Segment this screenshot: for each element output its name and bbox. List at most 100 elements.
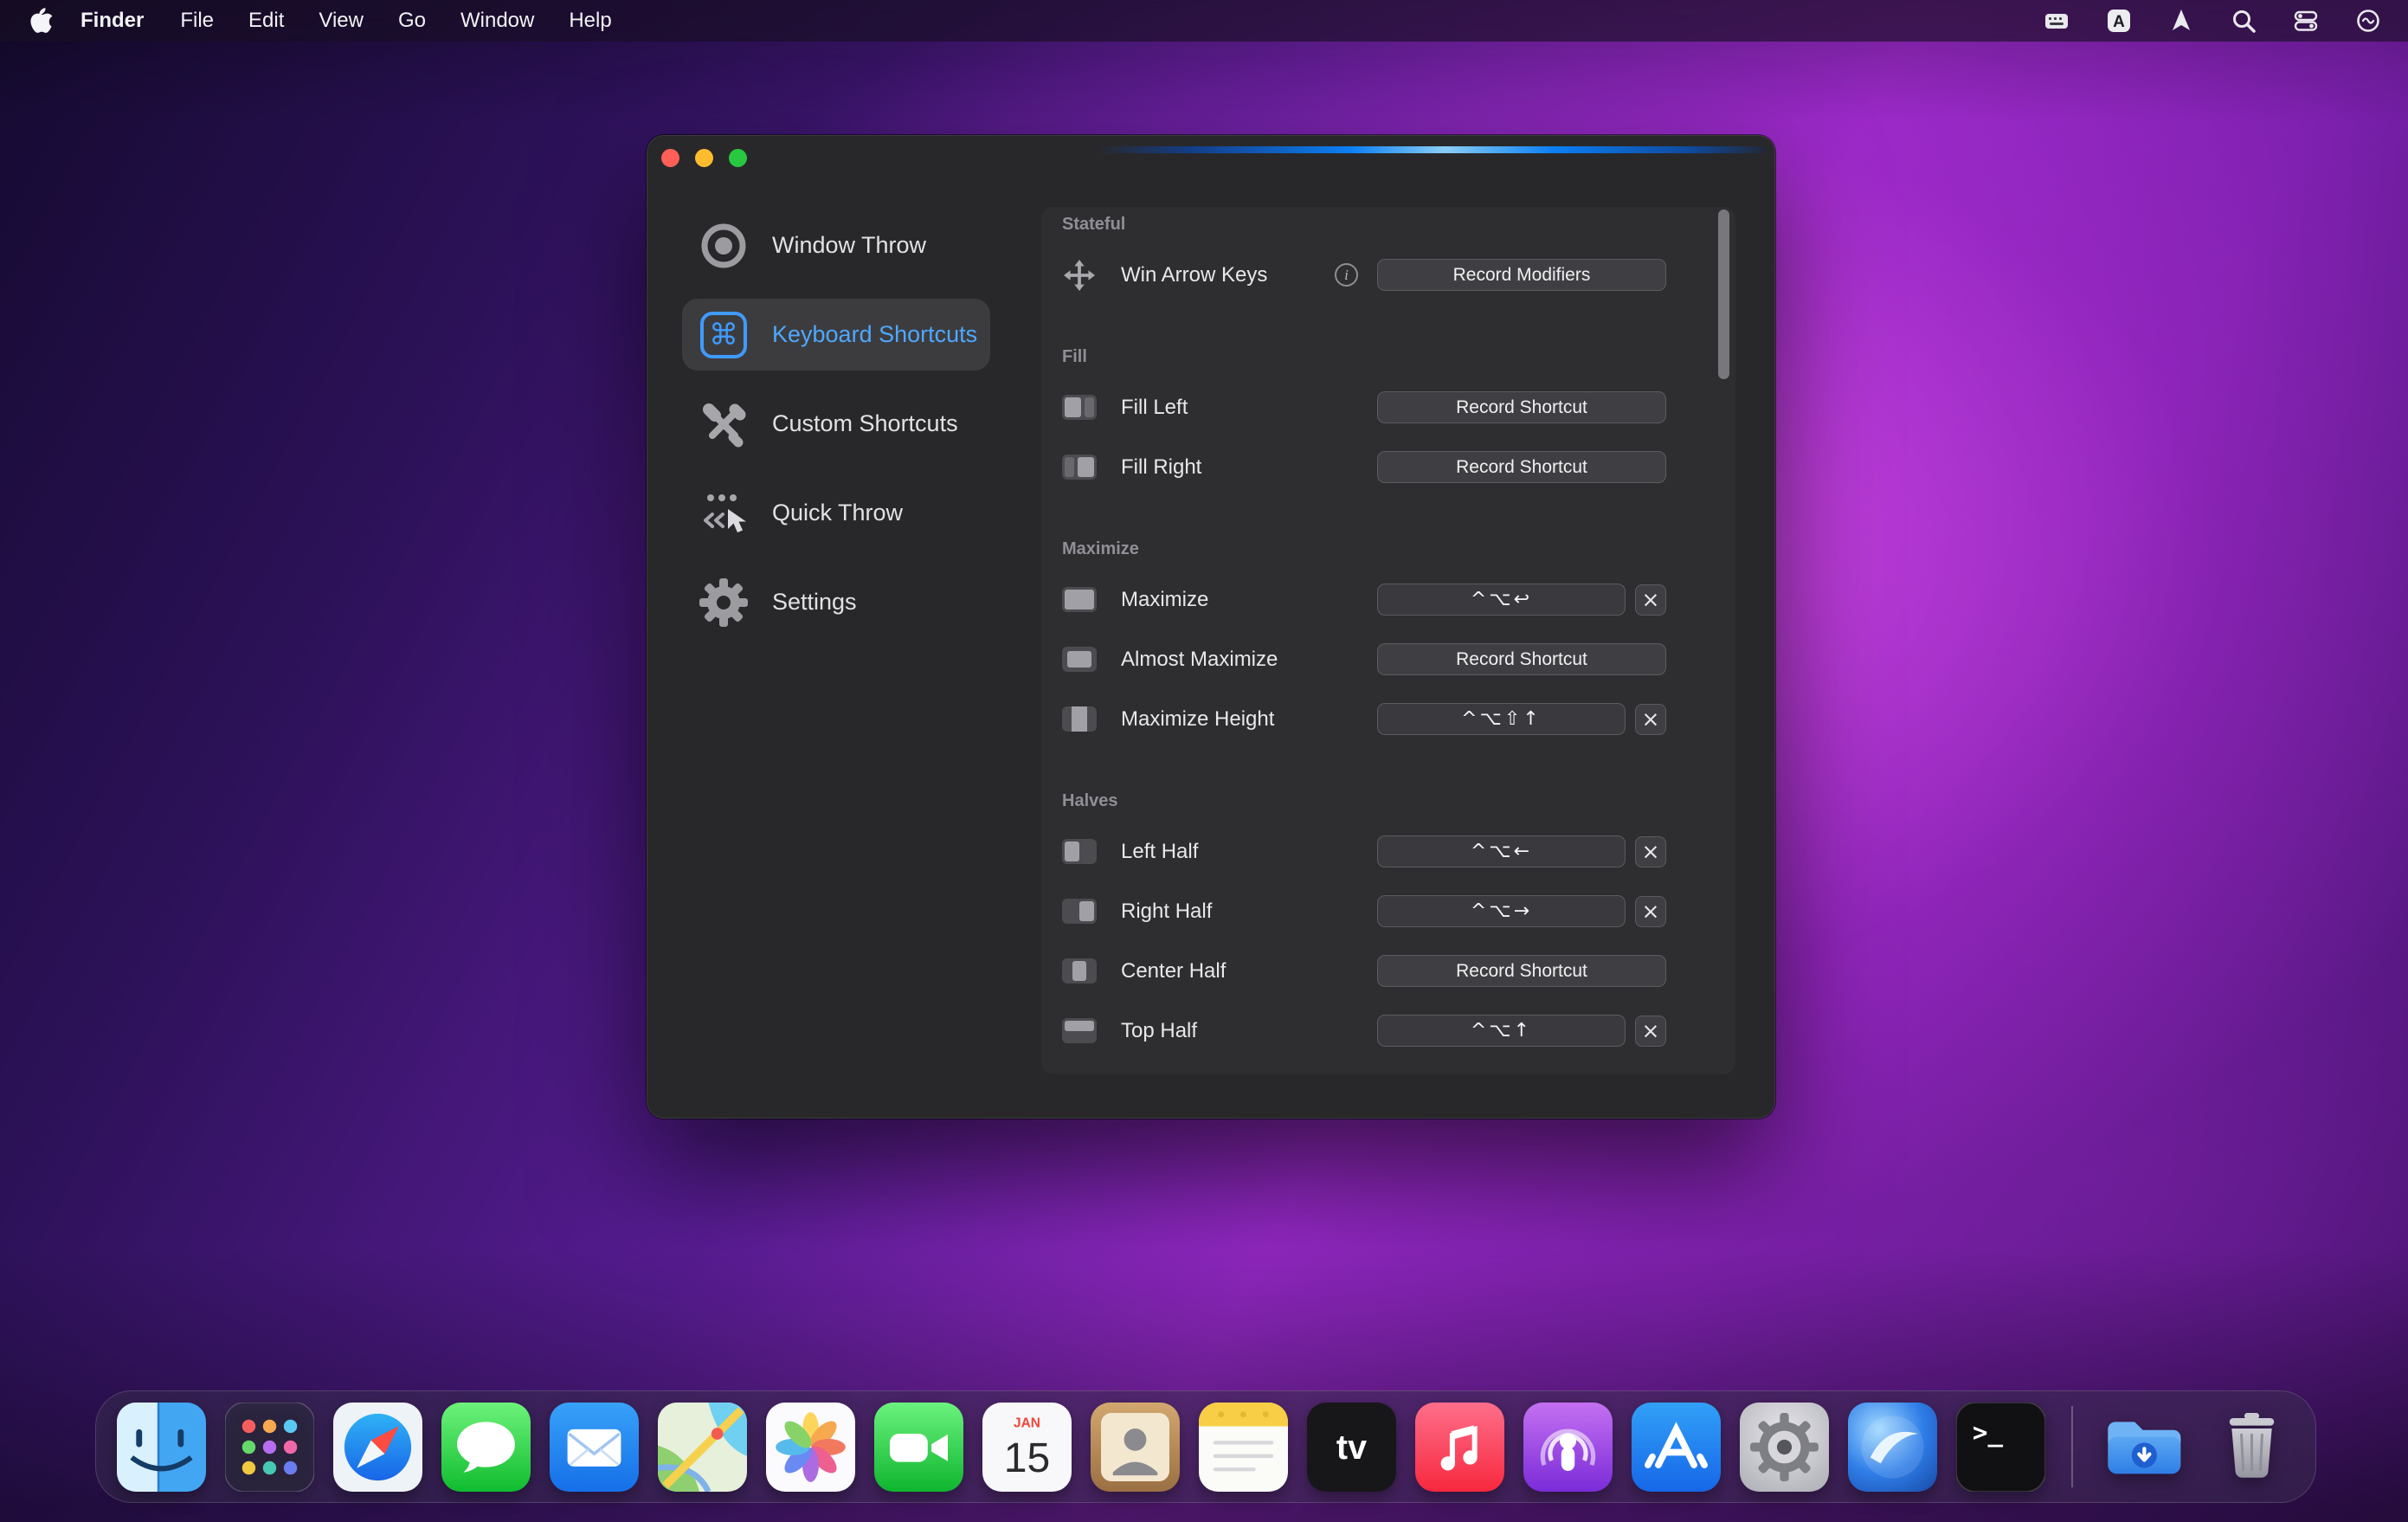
dock-icon-photos[interactable] xyxy=(766,1402,855,1492)
svg-text:15: 15 xyxy=(1004,1434,1050,1480)
clear-shortcut-button[interactable]: × xyxy=(1635,895,1666,927)
shortcut-field[interactable]: ^⌥→ xyxy=(1377,895,1626,927)
dock-icon-mail[interactable] xyxy=(550,1402,639,1492)
clear-shortcut-button[interactable]: × xyxy=(1635,584,1666,616)
dock-icon-trash[interactable] xyxy=(2207,1403,2296,1492)
dock-icon-launchpad[interactable] xyxy=(225,1402,314,1492)
dock-icon-apple-tv[interactable]: tv xyxy=(1307,1402,1396,1492)
close-button[interactable] xyxy=(661,149,679,167)
cursor-icon xyxy=(696,486,751,541)
shortcut-field[interactable]: ^⌥← xyxy=(1377,835,1626,867)
maximize-height-icon xyxy=(1062,706,1097,732)
dock-icon-contacts[interactable] xyxy=(1091,1402,1180,1492)
menu-window[interactable]: Window xyxy=(443,9,551,33)
menu-go[interactable]: Go xyxy=(381,9,443,33)
minimize-button[interactable] xyxy=(695,149,713,167)
sidebar-item-window-throw[interactable]: Window Throw xyxy=(682,210,990,281)
dock-icon-maps[interactable] xyxy=(658,1402,747,1492)
maximize-icon xyxy=(1062,587,1097,612)
scrollbar-thumb[interactable] xyxy=(1718,210,1729,379)
record-shortcut-button[interactable]: Record Shortcut xyxy=(1377,451,1666,483)
input-source-icon[interactable]: A xyxy=(2105,7,2133,35)
dock-icon-notes[interactable] xyxy=(1199,1402,1288,1492)
row-label: Win Arrow Keys xyxy=(1121,262,1268,287)
shortcuts-panel: Stateful Win Arrow Keys i Record Modifie… xyxy=(1041,207,1735,1074)
menu-bar: Finder File Edit View Go Window Help A xyxy=(0,0,2408,42)
shortcut-row-fill-left: Fill Left Record Shortcut xyxy=(1041,377,1735,437)
dock-icon-messages[interactable] xyxy=(441,1402,531,1492)
traffic-lights xyxy=(661,149,747,167)
dock-separator xyxy=(2071,1406,2073,1487)
sidebar-item-keyboard-shortcuts[interactable]: ⌘ Keyboard Shortcuts xyxy=(682,299,990,371)
dock-icon-safari[interactable] xyxy=(333,1402,422,1492)
record-shortcut-button[interactable]: Record Shortcut xyxy=(1377,955,1666,987)
zoom-button[interactable] xyxy=(729,149,747,167)
apple-menu-icon[interactable] xyxy=(29,7,53,35)
dock-icon-podcasts[interactable] xyxy=(1523,1402,1613,1492)
keyboard-icon[interactable] xyxy=(2043,7,2070,35)
shortcut-row-fill-right: Fill Right Record Shortcut xyxy=(1041,437,1735,497)
info-icon[interactable]: i xyxy=(1335,263,1358,287)
clear-shortcut-button[interactable]: × xyxy=(1635,1015,1666,1047)
section-title-fill: Fill xyxy=(1062,347,1087,366)
sidebar-item-label: Quick Throw xyxy=(772,500,904,526)
dock-icon-downloads[interactable] xyxy=(2099,1403,2188,1492)
almost-maximize-icon xyxy=(1062,647,1097,672)
row-label: Left Half xyxy=(1121,839,1199,863)
dock-icon-music[interactable] xyxy=(1415,1402,1504,1492)
menu-help[interactable]: Help xyxy=(551,9,628,33)
shortcut-field[interactable]: ^⌥↑ xyxy=(1377,1015,1626,1047)
menu-file[interactable]: File xyxy=(163,9,231,33)
center-half-icon xyxy=(1062,958,1097,983)
shortcut-row-maximize-height: Maximize Height ^⌥⇧↑ × xyxy=(1041,689,1735,749)
row-label: Fill Left xyxy=(1121,395,1188,419)
row-label: Maximize xyxy=(1121,587,1209,611)
shortcut-row-center-half: Center Half Record Shortcut xyxy=(1041,941,1735,1001)
sidebar-item-label: Keyboard Shortcuts xyxy=(772,321,978,347)
dock-icon-calendar[interactable]: JAN 15 xyxy=(982,1402,1072,1492)
sidebar-item-custom-shortcuts[interactable]: Custom Shortcuts xyxy=(682,388,990,460)
clear-shortcut-button[interactable]: × xyxy=(1635,835,1666,867)
menu-view[interactable]: View xyxy=(301,9,381,33)
top-half-icon xyxy=(1062,1018,1097,1043)
left-half-icon xyxy=(1062,839,1097,864)
shortcut-row-right-half: Right Half ^⌥→ × xyxy=(1041,881,1735,941)
location-icon[interactable] xyxy=(2167,7,2195,35)
clear-shortcut-button[interactable]: × xyxy=(1635,703,1666,735)
row-label: Maximize Height xyxy=(1121,706,1275,731)
dock-icon-window-throw-app[interactable] xyxy=(1848,1402,1937,1492)
dock-icon-terminal[interactable]: >_ xyxy=(1956,1402,2045,1492)
sidebar-item-settings[interactable]: Settings xyxy=(682,566,990,638)
target-icon xyxy=(696,218,751,274)
siri-icon[interactable] xyxy=(2354,7,2382,35)
sidebar-item-label: Custom Shortcuts xyxy=(772,410,958,436)
record-shortcut-button[interactable]: Record Shortcut xyxy=(1377,643,1666,675)
shortcut-row-top-half: Top Half ^⌥↑ × xyxy=(1041,1001,1735,1061)
dock-icon-finder[interactable] xyxy=(117,1402,206,1492)
shortcut-field[interactable]: ^⌥⇧↑ xyxy=(1377,703,1626,735)
spotlight-icon[interactable] xyxy=(2230,7,2257,35)
fill-left-icon xyxy=(1062,395,1097,420)
record-shortcut-button[interactable]: Record Shortcut xyxy=(1377,391,1666,423)
section-title-halves: Halves xyxy=(1062,791,1118,810)
dock-icon-system-preferences[interactable] xyxy=(1740,1402,1829,1492)
sidebar-item-label: Settings xyxy=(772,589,857,615)
dock-icon-app-store[interactable] xyxy=(1632,1402,1721,1492)
sidebar-item-label: Window Throw xyxy=(772,232,927,258)
record-modifiers-button[interactable]: Record Modifiers xyxy=(1377,259,1666,291)
gear-icon xyxy=(696,575,751,630)
svg-text:A: A xyxy=(2113,13,2125,31)
shortcut-field[interactable]: ^⌥↩ xyxy=(1377,584,1626,616)
row-label: Right Half xyxy=(1121,899,1213,923)
command-icon: ⌘ xyxy=(696,307,751,363)
menu-edit[interactable]: Edit xyxy=(231,9,301,33)
section-title-maximize: Maximize xyxy=(1062,539,1139,558)
dock-icon-facetime[interactable] xyxy=(874,1402,963,1492)
sidebar-item-quick-throw[interactable]: Quick Throw xyxy=(682,477,990,549)
shortcut-row-almost-maximize: Almost Maximize Record Shortcut xyxy=(1041,629,1735,689)
dock: JAN 15 tv >_ xyxy=(95,1390,2316,1503)
control-center-icon[interactable] xyxy=(2292,7,2320,35)
svg-text:tv: tv xyxy=(1336,1428,1367,1467)
shortcut-row-left-half: Left Half ^⌥← × xyxy=(1041,822,1735,881)
active-app-menu[interactable]: Finder xyxy=(61,9,163,33)
